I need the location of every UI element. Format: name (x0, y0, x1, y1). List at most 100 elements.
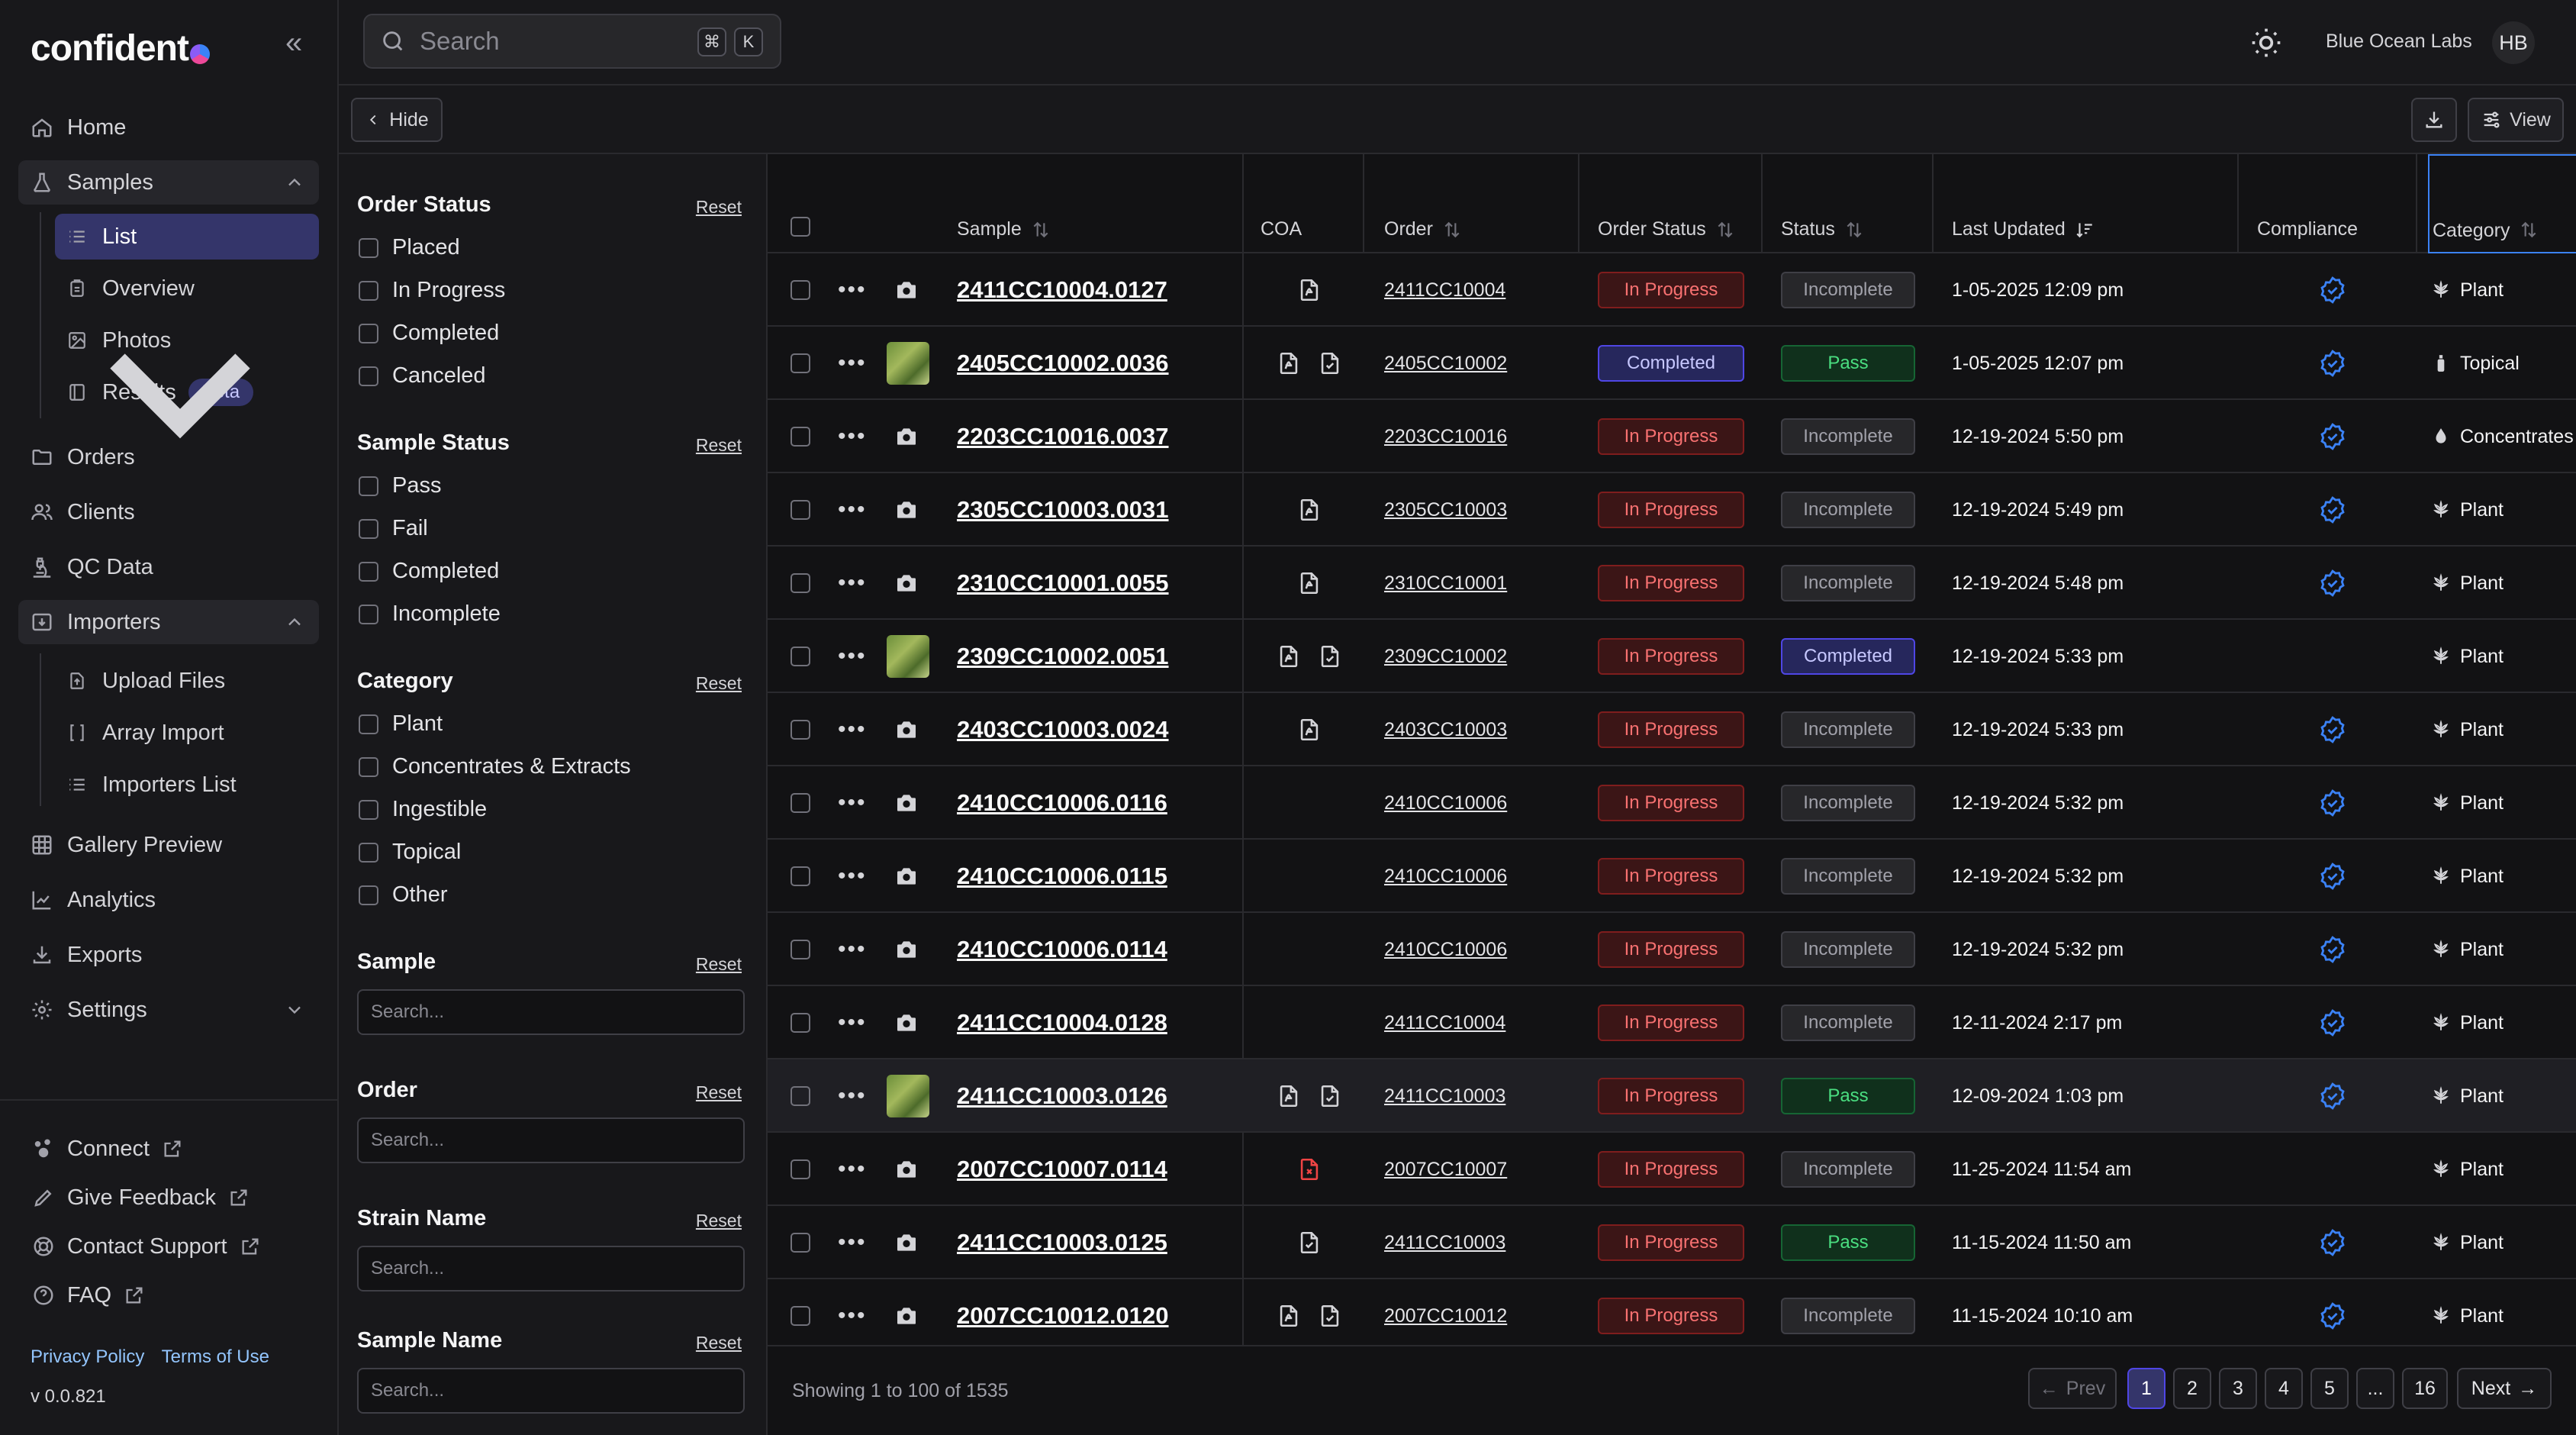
camera-icon[interactable] (894, 1011, 919, 1035)
row-checkbox[interactable] (791, 500, 810, 520)
column-header-category[interactable]: Category (2428, 154, 2576, 253)
sample-link[interactable]: 2405CC10002.0036 (957, 350, 1169, 377)
checkbox[interactable] (359, 604, 378, 624)
order-link[interactable]: 2411CC10003 (1384, 1232, 1505, 1254)
more-actions-icon[interactable]: ••• (838, 790, 867, 816)
next-page-button[interactable]: Next → (2457, 1368, 2552, 1409)
select-all-checkbox[interactable] (791, 217, 810, 237)
sample-link[interactable]: 2411CC10003.0125 (957, 1229, 1167, 1256)
strain-search-input[interactable]: Search... (357, 1246, 745, 1292)
column-header-status[interactable]: Status (1781, 218, 1864, 240)
row-checkbox[interactable] (791, 353, 810, 373)
table-row[interactable]: ••• 2305CC10003.0031 2305CC10003 In Prog… (768, 473, 2576, 547)
camera-icon[interactable] (894, 498, 919, 522)
filter-option[interactable]: Pass (359, 473, 441, 498)
table-row[interactable]: ••• 2309CC10002.0051 2309CC10002 In Prog… (768, 620, 2576, 693)
coa-verified-icon[interactable] (1296, 1230, 1322, 1256)
order-link[interactable]: 2305CC10003 (1384, 499, 1507, 521)
order-link[interactable]: 2411CC10004 (1384, 279, 1505, 302)
coa-document-icon[interactable] (1276, 350, 1302, 376)
sample-photo-thumbnail[interactable] (887, 635, 929, 678)
checkbox[interactable] (359, 842, 378, 863)
table-row[interactable]: ••• 2403CC10003.0024 2403CC10003 In Prog… (768, 693, 2576, 766)
filter-option[interactable]: Other (359, 882, 448, 908)
column-header-sample[interactable]: Sample (957, 218, 1051, 240)
table-row[interactable]: ••• 2410CC10006.0115 2410CC10006 In Prog… (768, 840, 2576, 913)
table-row[interactable]: ••• 2410CC10006.0116 2410CC10006 In Prog… (768, 766, 2576, 840)
sample-link[interactable]: 2410CC10006.0116 (957, 789, 1167, 817)
filter-option[interactable]: Topical (359, 840, 461, 865)
sample-link[interactable]: 2411CC10003.0126 (957, 1082, 1167, 1110)
camera-icon[interactable] (894, 864, 919, 888)
connect-link[interactable]: Connect (31, 1136, 183, 1162)
sample-link[interactable]: 2310CC10001.0055 (957, 569, 1169, 597)
reset-strain-link[interactable]: Reset (696, 1211, 742, 1231)
camera-icon[interactable] (894, 1304, 919, 1328)
order-link[interactable]: 2405CC10002 (1384, 353, 1507, 375)
row-checkbox[interactable] (791, 720, 810, 740)
order-link[interactable]: 2410CC10006 (1384, 939, 1507, 961)
table-row[interactable]: ••• 2410CC10006.0114 2410CC10006 In Prog… (768, 913, 2576, 986)
row-checkbox[interactable] (791, 1159, 810, 1179)
filter-option[interactable]: Fail (359, 516, 428, 541)
coa-document-icon[interactable] (1276, 643, 1302, 669)
coa-document-icon[interactable] (1296, 497, 1322, 523)
order-link[interactable]: 2203CC10016 (1384, 426, 1507, 448)
more-actions-icon[interactable]: ••• (838, 424, 867, 450)
sub-item-results[interactable]: Results Beta (55, 353, 319, 439)
order-link[interactable]: 2411CC10004 (1384, 1012, 1505, 1034)
checkbox[interactable] (359, 799, 378, 820)
coa-document-icon[interactable] (1296, 717, 1322, 743)
more-actions-icon[interactable]: ••• (838, 1303, 867, 1329)
sample-name-search-input[interactable]: Search... (357, 1368, 745, 1414)
filter-option[interactable]: Completed (359, 321, 499, 346)
more-actions-icon[interactable]: ••• (838, 1083, 867, 1109)
nav-item-samples[interactable]: Samples (18, 160, 319, 205)
reset-sample-link[interactable]: Reset (696, 954, 742, 975)
reset-sample-name-link[interactable]: Reset (696, 1333, 742, 1353)
table-row[interactable]: ••• 2203CC10016.0037 2203CC10016 In Prog… (768, 400, 2576, 473)
table-row[interactable]: ••• 2405CC10002.0036 2405CC10002 Complet… (768, 327, 2576, 400)
sample-link[interactable]: 2309CC10002.0051 (957, 643, 1169, 670)
terms-link[interactable]: Terms of Use (162, 1346, 269, 1367)
sample-link[interactable]: 2410CC10006.0115 (957, 863, 1167, 890)
more-actions-icon[interactable]: ••• (838, 350, 867, 376)
camera-icon[interactable] (894, 791, 919, 815)
row-checkbox[interactable] (791, 1233, 810, 1253)
table-row[interactable]: ••• 2411CC10003.0126 2411CC10003 In Prog… (768, 1059, 2576, 1133)
coa-document-icon[interactable] (1296, 277, 1322, 303)
more-actions-icon[interactable]: ••• (838, 277, 867, 303)
table-row[interactable]: ••• 2411CC10003.0125 2411CC10003 In Prog… (768, 1206, 2576, 1279)
more-actions-icon[interactable]: ••• (838, 1010, 867, 1036)
nav-item-analytics[interactable]: Analytics (18, 878, 319, 922)
reset-order-link[interactable]: Reset (696, 1082, 742, 1103)
checkbox[interactable] (359, 756, 378, 777)
support-link[interactable]: Contact Support (31, 1233, 261, 1259)
order-link[interactable]: 2403CC10003 (1384, 719, 1507, 741)
more-actions-icon[interactable]: ••• (838, 937, 867, 963)
checkbox[interactable] (359, 885, 378, 905)
reset-order-status-link[interactable]: Reset (696, 197, 742, 218)
coa-document-icon[interactable] (1276, 1083, 1302, 1109)
coa-document-icon[interactable] (1296, 570, 1322, 596)
chevron-down-icon[interactable] (55, 267, 305, 518)
page-button[interactable]: 16 (2402, 1368, 2448, 1409)
order-link[interactable]: 2410CC10006 (1384, 866, 1507, 888)
more-actions-icon[interactable]: ••• (838, 1156, 867, 1182)
row-checkbox[interactable] (791, 573, 810, 593)
camera-icon[interactable] (894, 1230, 919, 1255)
order-link[interactable]: 2310CC10001 (1384, 572, 1507, 595)
row-checkbox[interactable] (791, 793, 810, 813)
filter-option[interactable]: Incomplete (359, 601, 501, 627)
page-button[interactable]: 2 (2173, 1368, 2211, 1409)
user-avatar[interactable]: HB (2492, 21, 2535, 64)
sample-search-input[interactable]: Search... (357, 989, 745, 1035)
camera-icon[interactable] (894, 571, 919, 595)
checkbox[interactable] (359, 561, 378, 582)
org-name[interactable]: Blue Ocean Labs (2326, 31, 2472, 53)
checkbox[interactable] (359, 714, 378, 734)
sample-photo-thumbnail[interactable] (887, 1075, 929, 1117)
nav-item-gallery[interactable]: Gallery Preview (18, 823, 319, 867)
more-actions-icon[interactable]: ••• (838, 717, 867, 743)
camera-icon[interactable] (894, 424, 919, 449)
